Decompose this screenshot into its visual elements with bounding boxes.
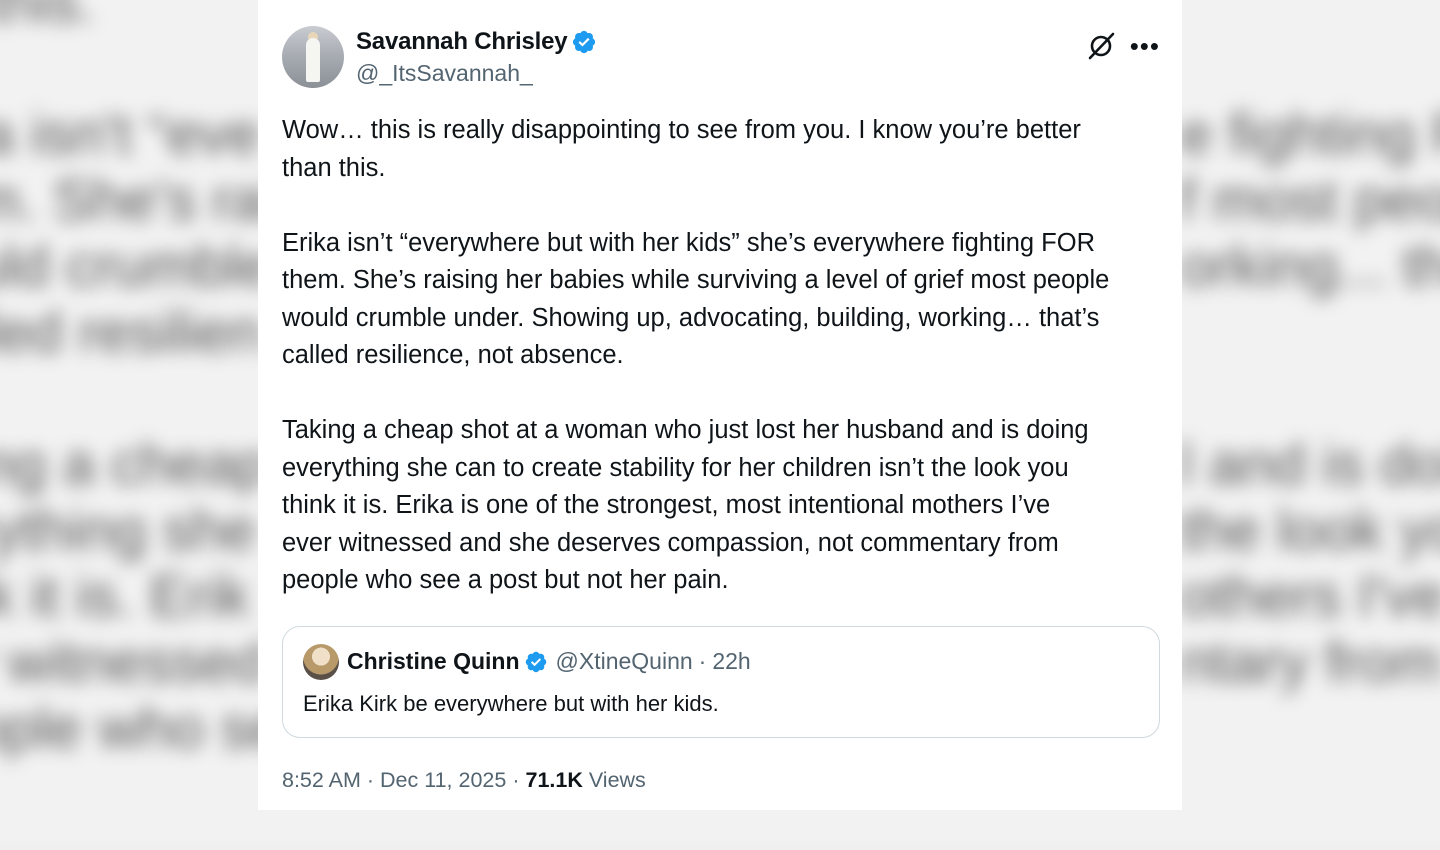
- tweet-body: Wow… this is really disappointing to see…: [282, 112, 1160, 600]
- author-avatar[interactable]: [282, 26, 344, 88]
- quoted-author-avatar[interactable]: [303, 643, 339, 680]
- blurred-background-text-right: e fighting FOf most peoporking... tha l …: [1180, 0, 1440, 762]
- footer-separator: ·: [366, 767, 375, 792]
- views-label: Views: [588, 767, 646, 792]
- blurred-line: others I've: [1180, 564, 1440, 629]
- quoted-tweet-text: Erika Kirk be everywhere but with her ki…: [303, 690, 719, 716]
- blurred-line: [1180, 36, 1440, 102]
- blurred-background-text: n this. ika isn't “eveem. She's raiould …: [0, 0, 282, 762]
- tweet-header: Savannah Chrisley @_ItsSavannah_ •••: [282, 26, 1160, 88]
- blurred-line: [0, 36, 282, 102]
- tweet-line: think it is. Erika is one of the stronge…: [282, 491, 1051, 519]
- tweet-footer: 8:52 AM · Dec 11, 2025 · 71.1K Views: [282, 768, 1160, 793]
- blurred-line: orking... tha: [1180, 234, 1440, 299]
- tweet-line: people who see a post but not her pain.: [282, 566, 729, 594]
- tweet-line: Wow… this is really disappointing to see…: [282, 116, 1081, 144]
- tweet-line: ever witnessed and she deserves compassi…: [282, 528, 1059, 557]
- blurred-line: eople who se: [0, 696, 282, 761]
- quoted-time[interactable]: 22h: [712, 648, 750, 675]
- footer-separator: ·: [512, 767, 520, 792]
- blurred-line: erything she: [0, 498, 256, 563]
- tweet-line: called resilience, not absence.: [282, 341, 624, 369]
- blurred-line: [1180, 0, 1440, 36]
- blurred-line: l and is doing: [1180, 432, 1440, 497]
- verified-badge-icon: [573, 30, 596, 53]
- verified-badge-icon: [525, 651, 546, 672]
- blurred-line: ould crumble: [0, 234, 273, 299]
- author-handle[interactable]: @_ItsSavannah_: [356, 60, 597, 87]
- blurred-line: [1180, 366, 1440, 432]
- tweet-line: them. She’s raising her babies while sur…: [282, 266, 1110, 294]
- more-options-icon[interactable]: •••: [1130, 33, 1160, 59]
- blurred-line: f most peop: [1180, 168, 1440, 233]
- tweet-date[interactable]: Dec 11, 2025: [380, 768, 506, 792]
- blurred-line: em. She's rai: [0, 168, 277, 233]
- tweet-line: everything she can to create stability f…: [282, 453, 1069, 482]
- blurred-line: er witnessed: [7, 630, 266, 695]
- blurred-line: ink it is. Erik: [0, 564, 250, 629]
- quoted-separator: ·: [698, 648, 707, 674]
- author-display-name[interactable]: Savannah Chrisley: [356, 28, 568, 56]
- author-name-row: Savannah Chrisley: [356, 28, 597, 56]
- views-count[interactable]: 71.1K: [525, 768, 582, 792]
- tweet-line: than this.: [282, 153, 386, 182]
- blurred-line: alled resilien: [0, 300, 263, 365]
- quoted-tweet-header: Christine Quinn @XtineQuinn · 22h: [303, 643, 1139, 681]
- tweet-line: Taking a cheap shot at a woman who just …: [282, 416, 1089, 444]
- author-names: Savannah Chrisley @_ItsSavannah_: [356, 28, 597, 87]
- blurred-line: ika isn't “eve: [0, 102, 261, 167]
- tweet-line: Erika isn’t “everywhere but with her kid…: [282, 228, 1096, 257]
- tweet-line: would crumble under. Showing up, advocat…: [282, 303, 1100, 332]
- grok-icon[interactable]: [1086, 31, 1116, 61]
- tweet-card: Savannah Chrisley @_ItsSavannah_ ••• Wow…: [258, 0, 1182, 810]
- header-actions: •••: [1086, 31, 1160, 61]
- blurred-line: [1180, 696, 1440, 762]
- quoted-author-name[interactable]: Christine Quinn: [347, 648, 520, 675]
- avatar-figure-body: [306, 38, 320, 82]
- tweet-time[interactable]: 8:52 AM: [282, 768, 361, 792]
- quoted-author-handle[interactable]: @XtineQuinn: [556, 648, 693, 675]
- quoted-tweet[interactable]: Christine Quinn @XtineQuinn · 22h Erika …: [282, 625, 1160, 738]
- blurred-line: king a cheap: [0, 432, 269, 497]
- blurred-line: ntary from: [1180, 630, 1440, 695]
- blurred-line: e fighting FO: [1180, 102, 1440, 167]
- blurred-line: [1180, 300, 1440, 366]
- blurred-line: [0, 366, 282, 432]
- blurred-line: the look you: [1180, 498, 1440, 563]
- blurred-line: n this.: [0, 0, 95, 35]
